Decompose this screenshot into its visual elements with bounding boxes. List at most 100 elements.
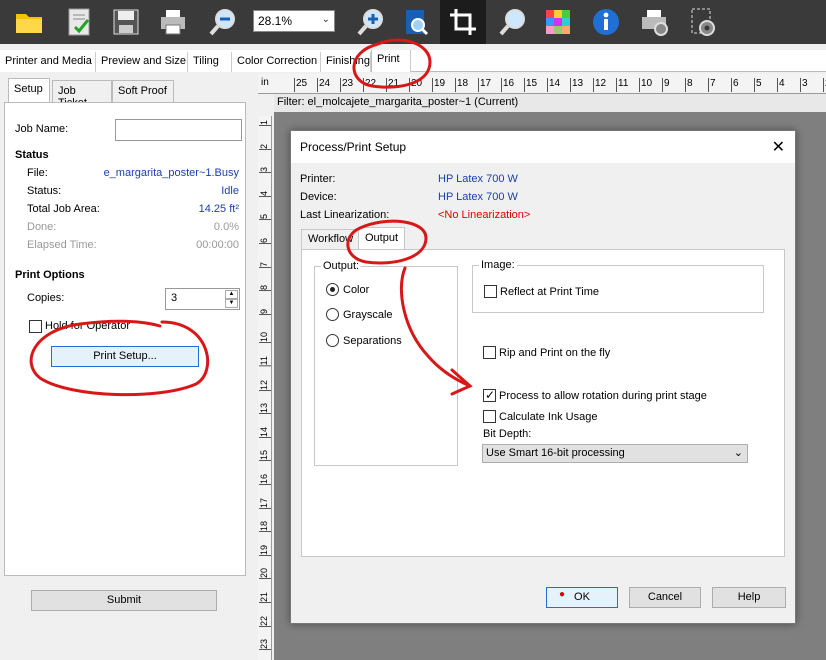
tab-printer-and-media[interactable]: Printer and Media xyxy=(0,52,96,72)
color-grid-icon[interactable] xyxy=(542,6,574,38)
setup-content: Job Name: Status File: e_margarita_poste… xyxy=(4,102,246,576)
document-check-icon[interactable] xyxy=(63,6,95,38)
ruler-tick-label: 11 xyxy=(616,78,628,92)
help-button[interactable]: Help xyxy=(712,587,786,608)
ruler-tick-label: 4 xyxy=(259,190,271,197)
preview-icon[interactable] xyxy=(400,6,432,38)
grayscale-radio[interactable] xyxy=(326,308,339,321)
ok-button[interactable]: ● OK xyxy=(546,587,618,608)
dialog-title: Process/Print Setup xyxy=(300,140,407,154)
hold-for-operator-checkbox[interactable] xyxy=(29,320,42,333)
status-label: Status: xyxy=(27,185,62,197)
ruler-tick-label: 3 xyxy=(259,167,271,174)
ruler-tick-label: 10 xyxy=(259,332,271,344)
zoom-level-select[interactable]: 28.1% ⌄ xyxy=(253,10,335,32)
ruler-tick-label: 4 xyxy=(777,78,785,92)
main-tab-bar: Printer and Media Preview and Size Tilin… xyxy=(0,50,826,72)
zoom-out-icon[interactable] xyxy=(207,6,239,38)
output-group-label: Output: xyxy=(321,260,362,272)
ruler-tick-label: 22 xyxy=(259,615,271,627)
job-name-input[interactable] xyxy=(115,119,242,141)
bit-depth-select[interactable]: Use Smart 16-bit processing ⌄ xyxy=(482,444,748,463)
ruler-tick-label: 17 xyxy=(259,497,271,509)
tab-finishing[interactable]: Finishing xyxy=(321,52,371,72)
tab-color-correction[interactable]: Color Correction xyxy=(232,52,321,72)
print-options-heading: Print Options xyxy=(15,269,85,281)
info-icon[interactable] xyxy=(590,6,622,38)
ruler-tick-label: 20 xyxy=(409,78,422,92)
ruler-tick-label: 6 xyxy=(259,238,271,245)
ruler-tick-label: 23 xyxy=(259,639,271,651)
copies-label: Copies: xyxy=(27,292,65,304)
print-icon[interactable] xyxy=(157,6,189,38)
ruler-tick-label: 11 xyxy=(259,356,271,367)
vertical-ruler: 1 2 3 4 5 6 7 8 9 10 11 12 13 14 15 16 17 18 19 20 21 22 23 xyxy=(258,116,272,660)
ruler-tick-label: 23 xyxy=(340,78,353,92)
ruler-tick-label: 18 xyxy=(455,78,468,92)
ruler-tick-label: 9 xyxy=(662,78,670,92)
bit-depth-label: Bit Depth: xyxy=(483,428,532,440)
tab-tiling[interactable]: Tiling xyxy=(188,52,232,72)
ruler-tick-label: 13 xyxy=(259,403,271,415)
ruler-tick-label: 6 xyxy=(731,78,739,92)
cancel-button[interactable]: Cancel xyxy=(629,587,701,608)
zoom-level-value: 28.1% xyxy=(258,14,293,28)
done-label: Done: xyxy=(27,221,57,233)
ruler-tick-label: 3 xyxy=(800,78,808,92)
ruler-tick-label: 19 xyxy=(432,78,445,92)
search-icon[interactable] xyxy=(497,6,529,38)
tab-job-ticket[interactable]: Job Ticket xyxy=(52,80,112,109)
color-radio[interactable] xyxy=(326,283,339,296)
separations-radio[interactable] xyxy=(326,334,339,347)
printer-settings-icon[interactable] xyxy=(638,6,670,38)
print-setup-button[interactable]: Print Setup... xyxy=(51,346,199,367)
tab-preview-and-size[interactable]: Preview and Size xyxy=(96,52,188,72)
stepper-up-icon[interactable]: ▲ xyxy=(225,290,238,299)
color-radio-label: Color xyxy=(343,284,370,296)
ruler-tick-label: 21 xyxy=(259,592,271,604)
close-icon[interactable]: ✕ xyxy=(772,137,785,157)
linearization-label: Last Linearization: xyxy=(300,209,390,221)
tab-soft-proof[interactable]: Soft Proof xyxy=(112,80,174,102)
rotation-checkbox[interactable]: ✓ xyxy=(483,388,496,402)
setup-panel: Setup Job Ticket Soft Proof Job Name: St… xyxy=(4,78,246,611)
stepper-down-icon[interactable]: ▼ xyxy=(225,299,238,308)
rip-print-checkbox[interactable] xyxy=(483,346,496,359)
grayscale-radio-label: Grayscale xyxy=(343,309,393,321)
rip-print-label: Rip and Print on the fly xyxy=(499,347,611,359)
ruler-tick-label: 15 xyxy=(524,78,537,92)
ruler-tick-label: 12 xyxy=(259,379,271,391)
ruler-tick-label: 21 xyxy=(386,78,399,92)
status-value: Idle xyxy=(221,185,239,197)
output-tab-panel: Output: Color Grayscale Separations Imag… xyxy=(301,249,785,557)
zoom-in-icon[interactable] xyxy=(355,6,387,38)
tab-setup[interactable]: Setup xyxy=(8,78,50,102)
page-settings-icon[interactable] xyxy=(686,6,718,38)
tab-output[interactable]: Output xyxy=(358,227,406,250)
bullet-icon: ● xyxy=(559,589,566,600)
copies-value: 3 xyxy=(171,292,178,304)
save-icon[interactable] xyxy=(110,6,142,38)
tab-workflow[interactable]: Workflow xyxy=(301,229,361,249)
tab-print[interactable]: Print xyxy=(371,50,411,72)
ruler-tick-label: 14 xyxy=(259,426,271,438)
chevron-down-icon: ⌄ xyxy=(733,447,743,459)
folder-icon[interactable] xyxy=(13,6,45,38)
submit-button[interactable]: Submit xyxy=(31,590,217,611)
file-label: File: xyxy=(27,167,48,179)
crop-button[interactable] xyxy=(440,0,486,44)
output-group: Output: Color Grayscale Separations xyxy=(314,260,458,466)
dialog-title-bar: Process/Print Setup ✕ xyxy=(291,131,795,163)
ruler-tick-label: 20 xyxy=(259,568,271,580)
ruler-tick-label: 8 xyxy=(685,78,693,92)
ink-usage-checkbox[interactable] xyxy=(483,410,496,423)
ruler-tick-label: 18 xyxy=(259,521,271,533)
ruler-tick-label: 2 xyxy=(259,143,271,150)
reflect-checkbox[interactable] xyxy=(484,285,497,298)
ruler-tick-label: 24 xyxy=(317,78,330,92)
copies-stepper[interactable]: 3 ▲ ▼ xyxy=(165,288,240,310)
ruler-tick-label: 1 xyxy=(259,120,271,127)
crop-icon xyxy=(447,6,479,38)
process-print-setup-dialog: Process/Print Setup ✕ Printer: HP Latex … xyxy=(290,130,796,624)
ruler-unit: in xyxy=(261,77,269,88)
